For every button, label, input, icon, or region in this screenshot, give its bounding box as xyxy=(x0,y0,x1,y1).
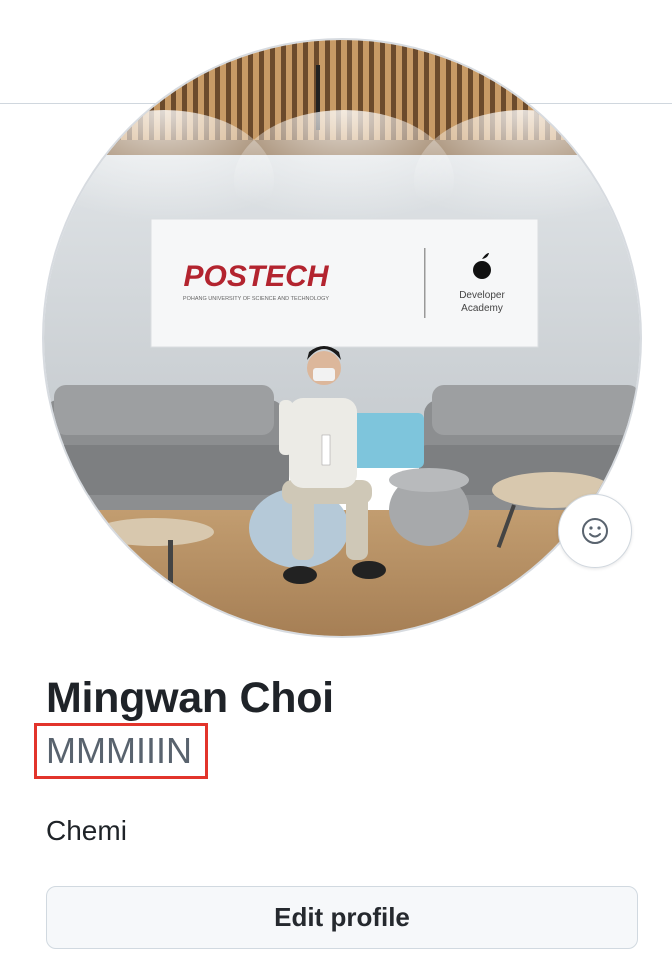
sign-developer-text: Developer xyxy=(459,290,505,301)
edit-profile-button[interactable]: Edit profile xyxy=(46,886,638,949)
profile-avatar[interactable]: POSTECH POHANG UNIVERSITY OF SCIENCE AND… xyxy=(44,40,640,636)
sign-subtitle-text: POHANG UNIVERSITY OF SCIENCE AND TECHNOL… xyxy=(183,296,330,302)
profile-bio: Chemi xyxy=(46,815,127,846)
sign-logo-text: POSTECH xyxy=(183,260,329,293)
avatar-photo: POSTECH POHANG UNIVERSITY OF SCIENCE AND… xyxy=(44,40,640,636)
profile-username: MMMIIIN xyxy=(46,730,192,771)
set-status-button[interactable] xyxy=(558,494,632,568)
sign-academy-text: Academy xyxy=(461,303,503,314)
profile-display-name: Mingwan Choi xyxy=(46,674,334,722)
smiley-icon xyxy=(582,518,608,544)
